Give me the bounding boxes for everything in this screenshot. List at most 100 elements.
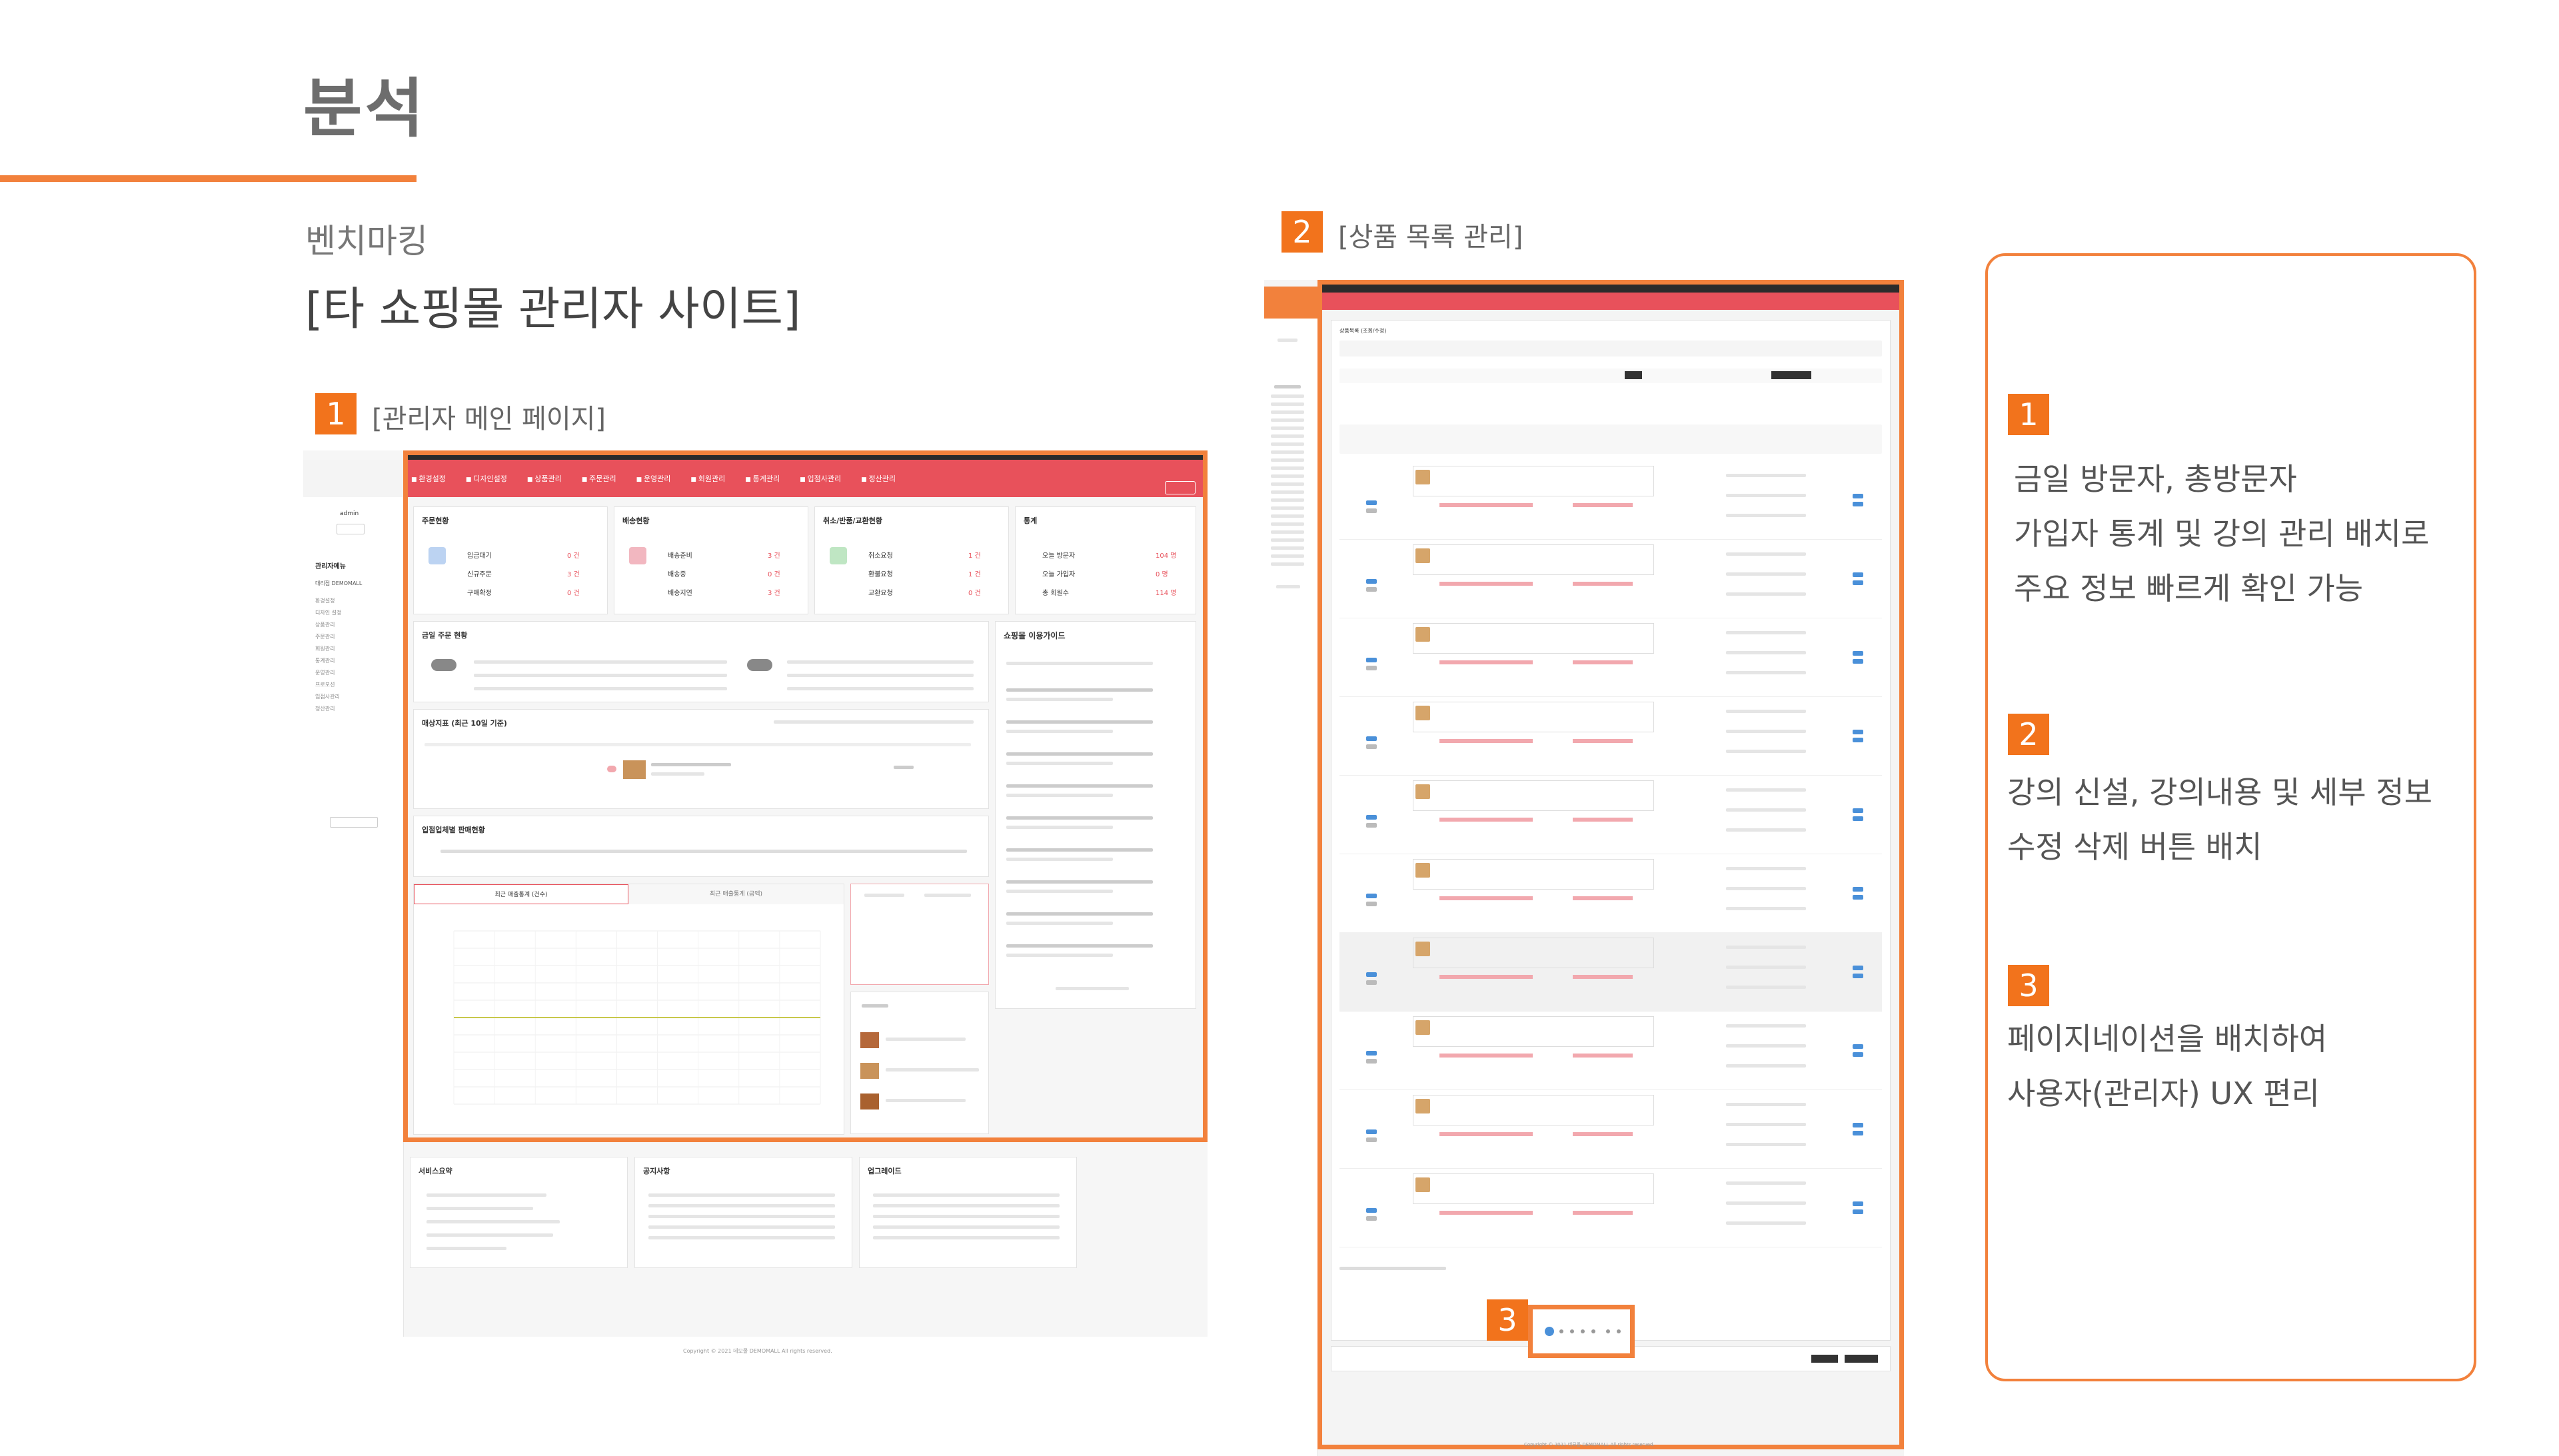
nav-item[interactable]: 입점사관리 xyxy=(800,473,842,484)
row-label: 구매확정 xyxy=(467,590,492,597)
card-title: 배송현황 xyxy=(622,516,650,525)
sidebar-item[interactable]: 정산관리 xyxy=(315,705,335,712)
sales-indicator-card: 매상지표 (최근 10일 기준) xyxy=(413,709,989,809)
page-last[interactable] xyxy=(1617,1329,1621,1333)
product-row[interactable] xyxy=(1339,460,1882,540)
product-row[interactable] xyxy=(1339,1011,1882,1090)
sidebar-item[interactable]: 주문관리 xyxy=(315,633,335,640)
row-label: 취소요청 xyxy=(868,552,893,560)
row-label: 배송준비 xyxy=(668,552,692,560)
row-value[interactable]: 0 건 xyxy=(968,587,981,597)
product-row[interactable] xyxy=(1339,854,1882,933)
card-title: 업그레이드 xyxy=(868,1167,902,1175)
row-value[interactable]: 1 건 xyxy=(968,568,981,578)
cancel-status-card: 취소/반품/교환현황 취소요청 1 건 환불요청 1 건 교환요청 0 건 xyxy=(814,506,1009,614)
card-title: 주문현황 xyxy=(422,516,449,525)
row-value[interactable]: 1 건 xyxy=(968,550,981,560)
description-1-line: 가입자 통계 및 강의 관리 배치로 xyxy=(2014,516,2430,552)
sidebar-item[interactable]: 대리점 DEMOMALL xyxy=(315,580,362,587)
page-item[interactable] xyxy=(1570,1329,1574,1333)
page-item[interactable] xyxy=(1581,1329,1585,1333)
delivery-status-card: 배송현황 배송준비 3 건 배송중 0 건 배송지연 3 건 xyxy=(614,506,808,614)
row-value[interactable]: 3 건 xyxy=(768,587,780,597)
product-row[interactable] xyxy=(1339,1168,1882,1247)
service-summary-card: 서비스요약 xyxy=(410,1157,628,1268)
sidebar-item[interactable]: 상품관리 xyxy=(315,621,335,628)
row-value[interactable]: 3 건 xyxy=(768,550,780,560)
row-value: 0 명 xyxy=(1156,571,1168,578)
sidebar-item[interactable]: 환경설정 xyxy=(315,597,335,604)
nav-item[interactable]: 정산관리 xyxy=(861,473,896,484)
today-orders-card: 금일 주문 현황 xyxy=(413,621,989,702)
sidebar-item[interactable]: 회원관리 xyxy=(315,645,335,652)
page-item[interactable] xyxy=(1591,1329,1595,1333)
caption-2-badge: 2 xyxy=(1281,211,1323,253)
section-subtitle: [타 쇼핑몰 관리자 사이트] xyxy=(305,283,801,336)
product-row[interactable] xyxy=(1339,539,1882,618)
sidebar-item[interactable]: 프로모션 xyxy=(315,681,335,688)
sidebar-item[interactable]: 입점사관리 xyxy=(315,693,340,700)
row-value[interactable]: 0 건 xyxy=(567,587,580,597)
chart-tab-count[interactable]: 최근 매출통계 (건수) xyxy=(414,884,628,904)
caption-2-label: [상품 목록 관리] xyxy=(1338,222,1523,253)
row-value[interactable]: 0 건 xyxy=(768,568,780,578)
card-title: 취소/반품/교환현황 xyxy=(823,516,882,525)
product-nav-bar xyxy=(1322,293,1899,310)
row-label: 환불요청 xyxy=(868,571,893,578)
order-icon xyxy=(428,547,446,564)
product-row[interactable] xyxy=(1339,932,1882,1012)
logout-button[interactable] xyxy=(1165,481,1196,494)
nav-item[interactable]: 회원관리 xyxy=(690,473,725,484)
nav-item[interactable]: 주문관리 xyxy=(582,473,616,484)
title-underline xyxy=(0,175,417,182)
card-title: 공지사항 xyxy=(643,1167,670,1175)
product-row[interactable] xyxy=(1339,775,1882,854)
row-label: 교환요청 xyxy=(868,590,893,597)
admin-nav-bar: 환경설정 디자인설정 상품관리 주문관리 운영관리 회원관리 통계관리 입점사관… xyxy=(403,460,1208,497)
product-row[interactable] xyxy=(1339,618,1882,697)
excel-button[interactable] xyxy=(1771,371,1811,379)
sidebar-user-button[interactable] xyxy=(337,524,365,534)
row-value[interactable]: 0 건 xyxy=(567,550,580,560)
description-1-line: 금일 방문자, 총방문자 xyxy=(2014,461,2297,497)
row-value[interactable]: 3 건 xyxy=(567,568,580,578)
nav-item[interactable]: 통계관리 xyxy=(745,473,780,484)
caption-1-badge: 1 xyxy=(315,393,357,434)
description-3-badge: 3 xyxy=(2008,965,2049,1006)
sidebar-item[interactable]: 디자인 설정 xyxy=(315,609,341,616)
card-title: 서비스요약 xyxy=(419,1167,452,1175)
description-2-badge: 2 xyxy=(2008,714,2049,755)
consult-card xyxy=(850,884,989,985)
nav-item[interactable]: 디자인설정 xyxy=(466,473,507,484)
product-row[interactable] xyxy=(1339,1090,1882,1169)
sidebar-shop-button[interactable] xyxy=(330,817,378,828)
nav-item[interactable]: 상품관리 xyxy=(527,473,561,484)
row-label: 총 회원수 xyxy=(1042,590,1069,597)
search-button[interactable] xyxy=(1625,371,1642,379)
description-1-line: 주요 정보 빠르게 확인 가능 xyxy=(2014,570,2364,606)
caption-3-badge: 3 xyxy=(1487,1299,1528,1341)
chart-tab-amount[interactable]: 최근 매출통계 (금액) xyxy=(628,884,844,904)
description-2-line: 수정 삭제 버튼 배치 xyxy=(2007,829,2262,865)
row-label: 배송지연 xyxy=(668,590,692,597)
sidebar-user: admin xyxy=(340,510,359,517)
shopping-guide-card: 쇼핑몰 이용가이드 xyxy=(995,621,1196,1009)
review-card xyxy=(850,992,989,1134)
row-label: 오늘 방문자 xyxy=(1042,552,1076,560)
page-item[interactable] xyxy=(1559,1329,1563,1333)
product-row[interactable] xyxy=(1339,696,1882,776)
description-2-line: 강의 신설, 강의내용 및 세부 정보 xyxy=(2007,774,2432,810)
description-1-badge: 1 xyxy=(2008,394,2049,435)
row-label: 배송중 xyxy=(668,571,686,578)
delivery-icon xyxy=(629,547,646,564)
sidebar-item[interactable]: 운영관리 xyxy=(315,669,335,676)
order-status-card: 주문현황 입금대기 0 건 신규주문 3 건 구매확정 0 건 xyxy=(413,506,608,614)
admin-dashboard-screenshot: 환경설정 디자인설정 상품관리 주문관리 운영관리 회원관리 통계관리 입점사관… xyxy=(303,450,1208,1369)
dashboard-footer: Copyright © 2021 데모몰 DEMOMALL All rights… xyxy=(683,1348,832,1354)
nav-item[interactable]: 환경설정 xyxy=(411,473,445,484)
page-next[interactable] xyxy=(1606,1329,1610,1333)
sidebar-item[interactable]: 통계관리 xyxy=(315,657,335,664)
nav-item[interactable]: 운영관리 xyxy=(636,473,670,484)
page-1[interactable] xyxy=(1545,1327,1554,1336)
admin-sidebar: admin 관리자메뉴 대리점 DEMOMALL 환경설정 디자인 설정 상품관… xyxy=(303,497,404,1369)
